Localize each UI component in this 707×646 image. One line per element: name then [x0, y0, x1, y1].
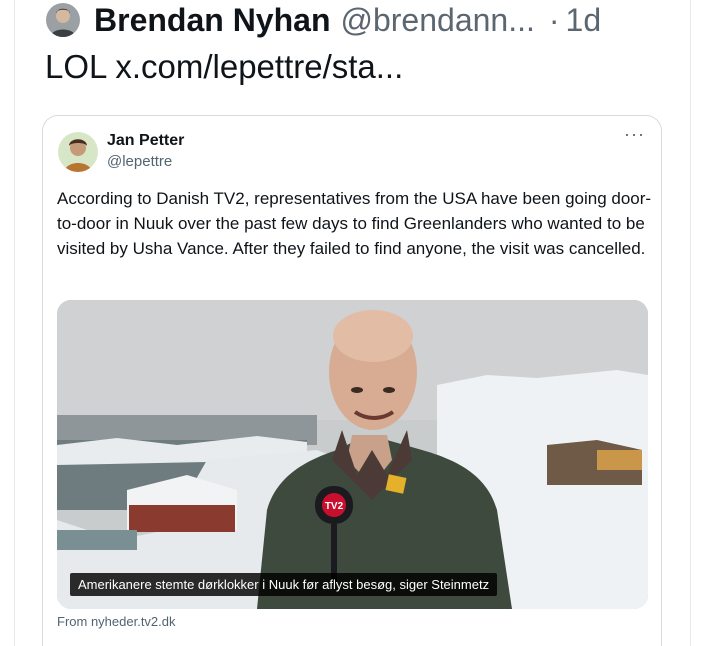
quoted-author-avatar[interactable] [58, 132, 98, 172]
quoted-post-card[interactable]: Jan Petter @lepettre ··· According to Da… [42, 115, 662, 646]
mic-logo-text: TV2 [325, 501, 344, 512]
quoted-post-video[interactable]: TV2 Amerikanere stemte dørklokker i Nuuk… [57, 300, 648, 609]
timeline-right-border [690, 0, 691, 646]
post-link[interactable]: x.com/lepettre/sta... [115, 48, 403, 85]
post-text-prefix: LOL [45, 48, 107, 85]
post-text: LOL x.com/lepettre/sta... [45, 48, 403, 86]
quoted-author-handle[interactable]: @lepettre [107, 153, 172, 170]
post-header: Brendan Nyhan @brendann... · 1d [46, 2, 601, 38]
author-handle[interactable]: @brendann... [340, 2, 534, 39]
video-caption: Amerikanere stemte dørklokker i Nuuk før… [70, 573, 498, 596]
link-source[interactable]: From nyheder.tv2.dk [57, 614, 176, 629]
author-avatar[interactable] [46, 3, 80, 37]
ellipsis-icon[interactable]: ··· [624, 124, 645, 145]
timeline-left-border [14, 0, 15, 646]
separator-dot: · [548, 1, 560, 38]
author-name[interactable]: Brendan Nyhan [94, 2, 330, 39]
post-timestamp[interactable]: 1d [566, 2, 602, 39]
quoted-author-name[interactable]: Jan Petter [107, 132, 184, 150]
quoted-post-text: According to Danish TV2, representatives… [57, 189, 652, 258]
